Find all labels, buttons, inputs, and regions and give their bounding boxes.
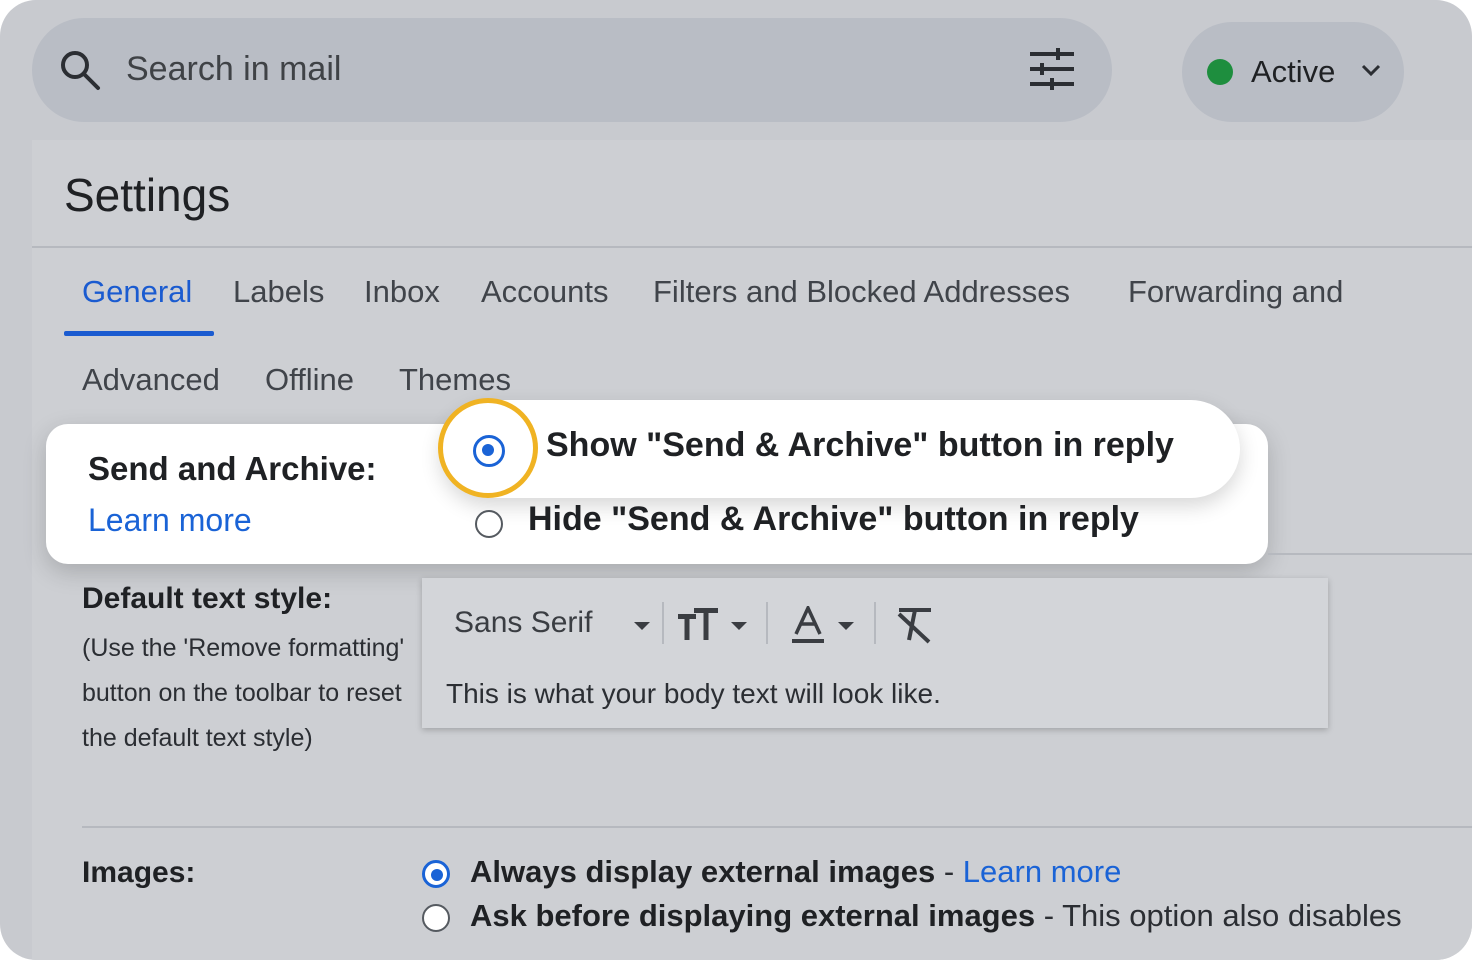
status-dot-icon: [1207, 59, 1233, 85]
search-options-icon[interactable]: [1028, 46, 1076, 92]
show-send-archive-radio[interactable]: [473, 435, 505, 467]
hide-send-archive-label[interactable]: Hide "Send & Archive" button in reply: [528, 500, 1139, 539]
tab-advanced[interactable]: Advanced: [82, 362, 220, 398]
font-family-select[interactable]: Sans Serif: [454, 606, 592, 640]
ask-before-images-option[interactable]: Ask before displaying external images - …: [470, 898, 1402, 934]
images-label: Images:: [82, 856, 196, 889]
ask-before-images-label[interactable]: Ask before displaying external images: [470, 898, 1035, 933]
text-color-caret-icon[interactable]: [838, 622, 854, 630]
ask-before-images-radio[interactable]: [422, 904, 450, 932]
tab-labels[interactable]: Labels: [233, 274, 324, 310]
toolbar-separator: [766, 602, 768, 644]
search-icon[interactable]: [58, 48, 102, 92]
divider: [32, 246, 1472, 248]
text-color-icon[interactable]: [792, 606, 824, 644]
option-separator: -: [935, 854, 963, 889]
always-display-images-radio[interactable]: [422, 860, 450, 888]
chevron-down-icon[interactable]: [1360, 62, 1382, 78]
status-label[interactable]: Active: [1251, 54, 1335, 90]
tab-inbox[interactable]: Inbox: [364, 274, 440, 310]
page-title: Settings: [64, 169, 231, 221]
font-size-icon[interactable]: [678, 606, 720, 642]
active-tab-indicator: [64, 331, 214, 336]
remove-formatting-icon[interactable]: [895, 606, 935, 644]
font-dropdown-caret-icon[interactable]: [634, 622, 650, 630]
tab-offline[interactable]: Offline: [265, 362, 354, 398]
tab-forwarding[interactable]: Forwarding and: [1128, 274, 1343, 310]
hide-send-archive-radio[interactable]: [475, 510, 503, 538]
images-learn-more-link[interactable]: Learn more: [963, 854, 1122, 889]
divider: [82, 826, 1472, 828]
default-text-style-help: (Use the 'Remove formatting' button on t…: [82, 634, 405, 752]
font-size-caret-icon[interactable]: [731, 622, 747, 630]
ask-before-images-note: This option also disables: [1062, 898, 1402, 933]
option-separator: -: [1035, 898, 1063, 933]
toolbar-separator: [874, 602, 876, 644]
gmail-window: Search in mail Active Settings General L…: [0, 0, 1472, 960]
tab-accounts[interactable]: Accounts: [481, 274, 609, 310]
tab-general[interactable]: General: [82, 274, 192, 310]
text-style-preview: This is what your body text will look li…: [446, 678, 941, 709]
tab-themes[interactable]: Themes: [399, 362, 511, 398]
search-input[interactable]: Search in mail: [126, 50, 341, 89]
divider: [1268, 553, 1472, 555]
always-display-images-option[interactable]: Always display external images - Learn m…: [470, 854, 1121, 890]
send-archive-learn-more-link[interactable]: Learn more: [88, 502, 252, 539]
send-archive-label: Send and Archive:: [88, 450, 377, 487]
tab-filters[interactable]: Filters and Blocked Addresses: [653, 274, 1070, 310]
always-display-images-label[interactable]: Always display external images: [470, 854, 935, 889]
toolbar-separator: [662, 602, 664, 644]
show-send-archive-label[interactable]: Show "Send & Archive" button in reply: [546, 426, 1174, 465]
default-text-style-label: Default text style:: [82, 582, 333, 615]
